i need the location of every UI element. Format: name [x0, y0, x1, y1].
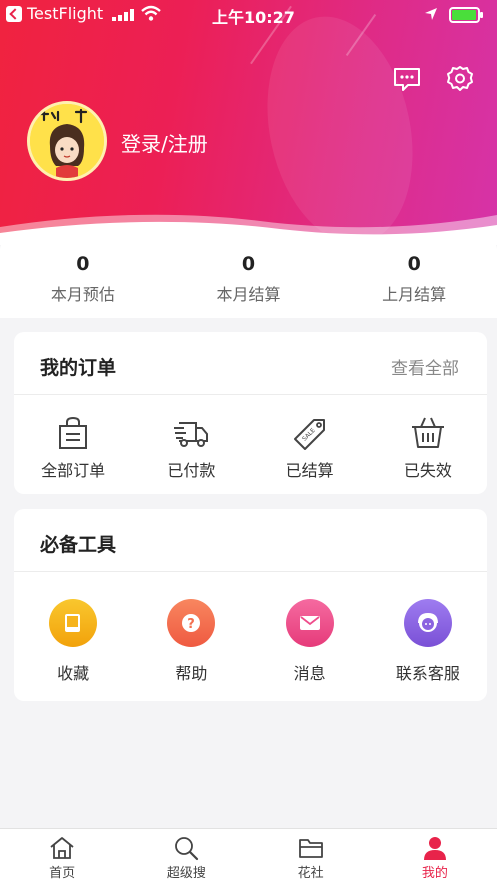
stat-value: 0 — [407, 253, 421, 275]
essential-tools-card: 必备工具 收藏 ? 帮助 消息 联系客服 — [14, 509, 487, 701]
tool-item-label: 收藏 — [57, 664, 90, 683]
tool-item-label: 帮助 — [175, 664, 208, 683]
book-icon — [49, 599, 98, 647]
orders-title: 我的订单 — [40, 357, 117, 379]
stat-value: 0 — [241, 253, 256, 275]
stat-this-month-settled[interactable]: 0 本月结算 — [166, 236, 332, 318]
question-icon: ? — [167, 599, 216, 647]
shopping-bag-icon — [59, 416, 88, 449]
sale-tag-icon: SALE — [293, 419, 325, 450]
order-item-label: 已失效 — [403, 461, 452, 480]
stat-label: 本月预估 — [50, 285, 115, 304]
battery-icon — [449, 7, 483, 23]
order-item-label: 已付款 — [167, 461, 216, 480]
earnings-stats: 0 本月预估 0 本月结算 0 上月结算 — [0, 236, 497, 318]
clock: 上午10:27 — [212, 8, 295, 27]
orders-card-header: 我的订单 查看全部 — [14, 332, 487, 395]
envelope-icon — [285, 599, 334, 647]
bottom-tab-bar: 首页 超级搜 花社 我的 — [0, 828, 497, 883]
status-bar: TestFlight 上午10:27 — [0, 0, 497, 30]
order-item-label: 已结算 — [285, 461, 334, 480]
order-item-paid[interactable]: 已付款 — [132, 395, 250, 481]
tab-label: 超级搜 — [166, 866, 206, 881]
stat-value: 0 — [76, 253, 90, 275]
tab-community[interactable]: 花社 — [249, 829, 373, 883]
tool-item-messages[interactable]: 消息 — [251, 572, 369, 684]
view-all-orders-link[interactable]: 查看全部 — [391, 354, 459, 379]
tab-label: 我的 — [421, 866, 448, 881]
home-icon — [50, 837, 74, 859]
tools-title: 必备工具 — [40, 534, 117, 556]
stat-label: 本月结算 — [216, 285, 281, 304]
tool-item-label: 联系客服 — [395, 664, 460, 683]
tool-item-favorites[interactable]: 收藏 — [14, 572, 132, 684]
tab-label: 花社 — [297, 866, 324, 881]
delivery-truck-icon — [174, 422, 209, 447]
order-item-label: 全部订单 — [41, 461, 106, 480]
avatar[interactable] — [27, 101, 107, 181]
stat-this-month-estimate[interactable]: 0 本月预估 — [0, 236, 166, 318]
tool-item-help[interactable]: ? 帮助 — [132, 572, 250, 684]
stat-label: 上月结算 — [382, 285, 447, 304]
tab-home[interactable]: 首页 — [0, 829, 124, 883]
login-register-link[interactable]: 登录/注册 — [121, 128, 208, 157]
order-item-all[interactable]: 全部订单 — [14, 395, 132, 481]
tab-label: 首页 — [49, 866, 76, 881]
tab-mine[interactable]: 我的 — [373, 829, 497, 883]
carrier-label: TestFlight — [27, 4, 104, 23]
settings-gear-icon[interactable] — [445, 64, 475, 94]
stat-last-month-settled[interactable]: 0 上月结算 — [331, 236, 497, 318]
folder-icon — [298, 839, 323, 858]
search-icon — [175, 837, 199, 861]
service-agent-icon — [403, 599, 452, 647]
wifi-icon — [141, 5, 161, 21]
back-to-app-icon[interactable] — [6, 6, 22, 22]
tool-item-customer-service[interactable]: 联系客服 — [369, 572, 487, 684]
order-item-expired[interactable]: 已失效 — [369, 395, 487, 481]
svg-text:?: ? — [188, 617, 196, 632]
message-bubble-icon[interactable] — [392, 64, 422, 94]
order-item-settled[interactable]: SALE 已结算 — [251, 395, 369, 481]
avatar-image — [30, 104, 104, 178]
my-orders-card: 我的订单 查看全部 全部订单 已付款 SALE 已结算 已失效 — [14, 332, 487, 494]
tool-item-label: 消息 — [293, 664, 326, 683]
user-icon — [423, 837, 446, 860]
basket-icon — [411, 417, 444, 448]
location-arrow-icon — [425, 8, 437, 20]
tab-super-search[interactable]: 超级搜 — [124, 829, 248, 883]
signal-icon — [112, 9, 134, 21]
tools-card-header: 必备工具 — [14, 509, 487, 572]
